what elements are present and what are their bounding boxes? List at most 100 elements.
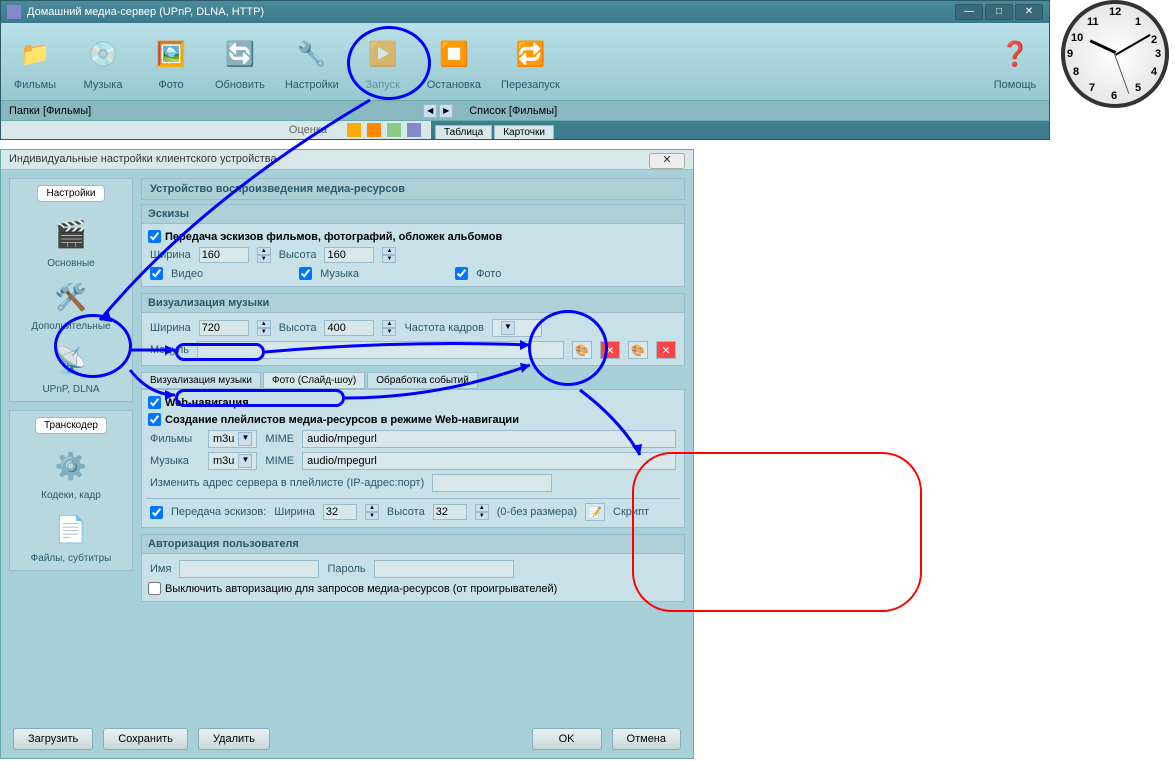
delete-icon2[interactable]: ✕	[656, 341, 676, 359]
photo-cb[interactable]	[455, 267, 468, 280]
spin-down[interactable]: ▼	[257, 255, 271, 263]
device-settings-dialog: Индивидуальные настройки клиентского уст…	[0, 149, 694, 759]
tab-vis[interactable]: Визуализация музыки	[141, 372, 261, 389]
cancel-button[interactable]: Отмена	[612, 728, 681, 750]
dialog2-title: Индивидуальные настройки клиентского уст…	[9, 153, 277, 166]
save-button[interactable]: Сохранить	[103, 728, 188, 750]
files-icon: 📄	[45, 507, 97, 551]
playback-header: Устройство воспроизведения медиа-ресурсо…	[141, 178, 685, 200]
window-title: Домашний медиа-сервер (UPnP, DLNA, HTTP)	[27, 6, 955, 18]
settings-button[interactable]: 🔧 Настройки	[285, 33, 339, 91]
rating-label: Оценка	[289, 124, 327, 136]
films-format[interactable]: m3u▼	[208, 430, 257, 448]
color-picker-icon[interactable]: 🎨	[572, 341, 592, 359]
vis-header: Визуализация музыки	[142, 294, 684, 313]
films-button[interactable]: 📁 Фильмы	[11, 33, 59, 91]
thumbs-transfer-label: Передача эскизов фильмов, фотографий, об…	[165, 231, 502, 243]
playlist-cb[interactable]	[148, 413, 161, 426]
additional2-icon: 🛠️	[45, 275, 97, 319]
films-icon: 📁	[11, 33, 59, 77]
settings-tab-title[interactable]: Настройки	[37, 185, 104, 202]
help-button[interactable]: ❓ Помощь	[991, 33, 1039, 91]
tab-cards[interactable]: Карточки	[494, 125, 554, 139]
music-format[interactable]: m3u▼	[208, 452, 257, 470]
script-icon[interactable]: 📝	[585, 503, 605, 521]
subbar: Папки [Фильмы] ◀ ▶ Список [Фильмы]	[1, 101, 1049, 121]
spin-up[interactable]: ▲	[257, 247, 271, 255]
second-hand	[1114, 54, 1129, 94]
server-addr[interactable]	[432, 474, 552, 492]
module-input[interactable]	[197, 341, 564, 359]
stop-button[interactable]: ⏹️ Остановка	[427, 33, 481, 91]
icon4[interactable]	[407, 123, 421, 137]
delete-icon[interactable]: ✕	[600, 341, 620, 359]
cat-additional2[interactable]: 🛠️ Дополнительные	[31, 275, 110, 332]
help-icon: ❓	[991, 33, 1039, 77]
auth-name[interactable]	[179, 560, 319, 578]
settings-icon: 🔧	[288, 33, 336, 77]
ok-button[interactable]: OK	[532, 728, 602, 750]
refresh-button[interactable]: 🔄 Обновить	[215, 33, 265, 91]
cat-upnp[interactable]: 📡 UPnP, DLNA	[42, 338, 99, 395]
thumb2-cb[interactable]	[150, 506, 163, 519]
music-mime[interactable]	[302, 452, 676, 470]
video-cb[interactable]	[150, 267, 163, 280]
tab-table[interactable]: Таблица	[435, 125, 492, 139]
auth-password[interactable]	[374, 560, 514, 578]
restart-button[interactable]: 🔁 Перезапуск	[501, 33, 560, 91]
cat-files[interactable]: 📄 Файлы, субтитры	[31, 507, 112, 564]
photo-icon: 🖼️	[147, 33, 195, 77]
next-arrow[interactable]: ▶	[439, 104, 453, 118]
codecs-icon: ⚙️	[45, 444, 97, 488]
music-button[interactable]: 💿 Музыка	[79, 33, 127, 91]
color-picker-icon2[interactable]: 🎨	[628, 341, 648, 359]
disable-auth-cb[interactable]	[148, 582, 161, 595]
thumb2-h[interactable]	[433, 504, 467, 520]
start-icon: ▶️	[359, 33, 407, 77]
thumbs-header: Эскизы	[142, 205, 684, 224]
app-icon	[7, 5, 21, 19]
main-window: Домашний медиа-сервер (UPnP, DLNA, HTTP)…	[0, 0, 1050, 140]
main-toolbar: 📁 Фильмы 💿 Музыка 🖼️ Фото 🔄 Обновить 🔧 Н…	[1, 23, 1049, 101]
auth-header: Авторизация пользователя	[142, 535, 684, 554]
delete-button[interactable]: Удалить	[198, 728, 270, 750]
music-icon: 💿	[79, 33, 127, 77]
upnp-icon: 📡	[45, 338, 97, 382]
minimize-button[interactable]: —	[955, 4, 983, 20]
films-mime[interactable]	[302, 430, 676, 448]
minute-hand	[1115, 34, 1151, 56]
close-button[interactable]: ✕	[1015, 4, 1043, 20]
thumb-width[interactable]	[199, 247, 249, 263]
vis-width[interactable]	[199, 320, 249, 336]
stop-icon: ⏹️	[430, 33, 478, 77]
icon1[interactable]	[347, 123, 361, 137]
webnav-cb[interactable]	[148, 396, 161, 409]
cat-main[interactable]: 🎬 Основные	[45, 212, 97, 269]
folders-label: Папки [Фильмы]	[5, 103, 95, 119]
playlist-label: Создание плейлистов медиа-ресурсов в реж…	[165, 414, 519, 426]
start-button[interactable]: ▶️ Запуск	[359, 33, 407, 91]
refresh-icon: 🔄	[216, 33, 264, 77]
maximize-button[interactable]: □	[985, 4, 1013, 20]
thumb2-w[interactable]	[323, 504, 357, 520]
tab-slideshow[interactable]: Фото (Слайд-шоу)	[263, 372, 365, 389]
prev-arrow[interactable]: ◀	[423, 104, 437, 118]
vis-height[interactable]	[324, 320, 374, 336]
music-cb[interactable]	[299, 267, 312, 280]
clock-widget: 12 1 2 3 4 5 6 7 8 9 10 11	[1061, 0, 1169, 108]
dialog2-close[interactable]: ✕	[649, 153, 685, 169]
thumbs-transfer-cb[interactable]	[148, 230, 161, 243]
transcoder-tab-title[interactable]: Транскодер	[35, 417, 107, 434]
hour-hand	[1090, 39, 1117, 54]
load-button[interactable]: Загрузить	[13, 728, 93, 750]
main-icon: 🎬	[45, 212, 97, 256]
tab-events[interactable]: Обработка событий	[367, 372, 478, 389]
webnav-label: Web-навигация	[165, 397, 249, 409]
framerate-combo[interactable]: ▼	[492, 319, 542, 337]
photo-button[interactable]: 🖼️ Фото	[147, 33, 195, 91]
titlebar: Домашний медиа-сервер (UPnP, DLNA, HTTP)…	[1, 1, 1049, 23]
cat-codecs[interactable]: ⚙️ Кодеки, кадр	[41, 444, 101, 501]
icon3[interactable]	[387, 123, 401, 137]
thumb-height[interactable]	[324, 247, 374, 263]
icon2[interactable]	[367, 123, 381, 137]
